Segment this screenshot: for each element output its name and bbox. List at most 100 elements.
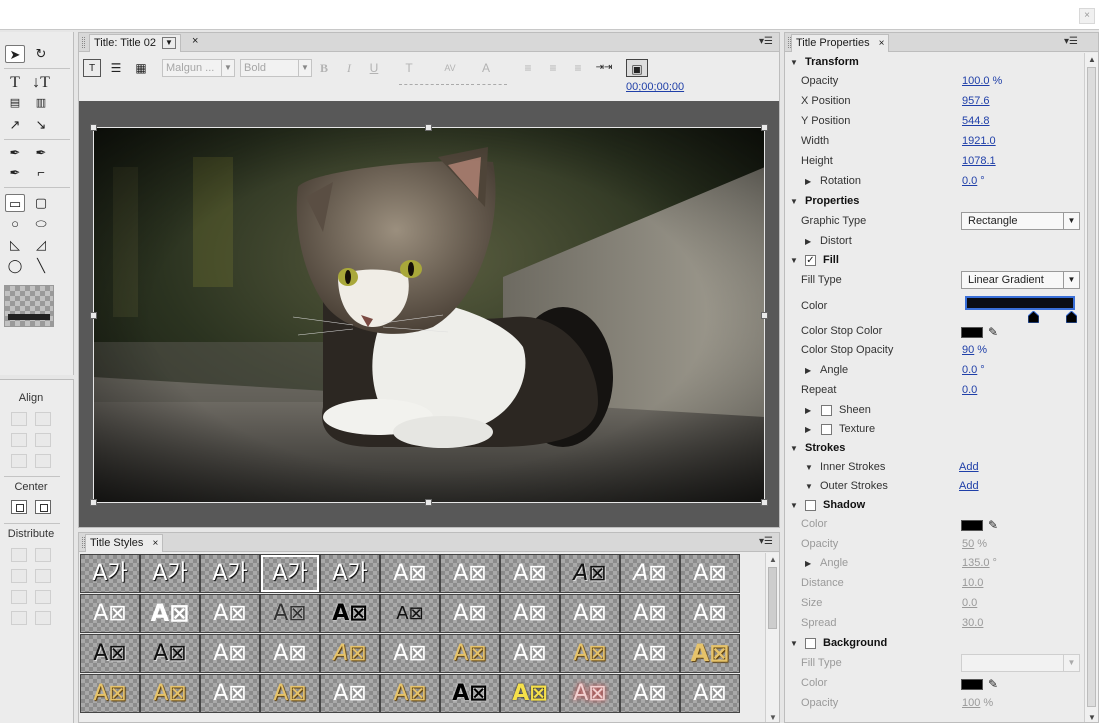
align-right-text-icon[interactable]: ≡ bbox=[569, 59, 587, 77]
shadow-distance-value[interactable]: 10.0 bbox=[962, 574, 983, 593]
expand-triangle-icon[interactable]: ▶ bbox=[805, 172, 811, 191]
expand-triangle-icon[interactable]: ▶ bbox=[805, 361, 811, 380]
expand-triangle-icon[interactable]: ▶ bbox=[805, 401, 811, 420]
expand-triangle-icon[interactable]: ▶ bbox=[805, 420, 811, 439]
add-anchor-tool-icon[interactable]: ✒ bbox=[5, 164, 25, 182]
scroll-up-icon[interactable]: ▲ bbox=[769, 555, 777, 564]
tab-title-properties[interactable]: Title Properties × bbox=[791, 34, 890, 52]
shadow-section[interactable]: ▼ Shadow bbox=[785, 496, 1085, 515]
outer-strokes-add-link[interactable]: Add bbox=[959, 477, 979, 496]
kerning-value-dots[interactable] bbox=[441, 84, 474, 85]
distribute-bottom-icon[interactable] bbox=[35, 590, 51, 604]
eyedropper-icon[interactable]: ✎ bbox=[988, 323, 998, 342]
title-style-swatch[interactable]: A⊠ bbox=[380, 674, 440, 713]
title-canvas[interactable] bbox=[79, 101, 779, 527]
title-style-swatch[interactable]: A⊠ bbox=[320, 674, 380, 713]
styles-scroll-thumb[interactable] bbox=[768, 567, 777, 629]
align-top-icon[interactable] bbox=[35, 433, 51, 447]
scroll-down-icon[interactable]: ▼ bbox=[1088, 713, 1096, 722]
align-left-icon[interactable] bbox=[11, 412, 27, 426]
underline-button[interactable]: U bbox=[367, 59, 381, 77]
title-style-swatch[interactable]: A⊠ bbox=[80, 634, 140, 673]
resize-handle[interactable] bbox=[90, 124, 97, 131]
repeat-value[interactable]: 0.0 bbox=[962, 381, 977, 400]
area-type-tool-icon[interactable]: ▤ bbox=[5, 94, 25, 112]
font-family-select[interactable]: Malgun ... ▼ bbox=[162, 59, 235, 77]
tab-stops-icon[interactable]: ⇥⇥ bbox=[593, 59, 615, 77]
distribute-center-icon[interactable] bbox=[35, 548, 51, 562]
eyedropper-icon[interactable]: ✎ bbox=[988, 516, 998, 535]
panel-menu-icon[interactable]: ▾☰ bbox=[759, 36, 773, 47]
collapse-triangle-icon[interactable]: ▼ bbox=[790, 192, 798, 211]
collapse-triangle-icon[interactable]: ▼ bbox=[790, 53, 798, 72]
title-style-swatch[interactable]: A⊠ bbox=[560, 554, 620, 593]
shadow-opacity-value[interactable]: 50% bbox=[962, 535, 987, 554]
height-value[interactable]: 1078.1 bbox=[962, 152, 996, 171]
rectangle-tool-icon[interactable]: ▭ bbox=[5, 194, 25, 212]
title-style-swatch[interactable]: A⊠ bbox=[380, 634, 440, 673]
title-style-swatch[interactable]: A⊠ bbox=[260, 674, 320, 713]
show-background-video-icon[interactable]: ▣ bbox=[626, 59, 648, 77]
title-style-swatch[interactable]: A⊠ bbox=[140, 634, 200, 673]
panel-menu-icon[interactable]: ▾☰ bbox=[759, 536, 773, 547]
leading-value-dots[interactable] bbox=[477, 84, 507, 85]
fill-checkbox[interactable]: ✓ bbox=[805, 255, 816, 266]
title-style-swatch[interactable]: A⊠ bbox=[680, 554, 740, 593]
title-style-swatch[interactable]: A⊠ bbox=[500, 554, 560, 593]
bold-button[interactable]: B bbox=[317, 59, 331, 77]
distribute-h-even-icon[interactable] bbox=[11, 611, 27, 625]
gradient-ramp[interactable] bbox=[965, 296, 1075, 310]
type-tool-icon[interactable]: T bbox=[5, 74, 25, 92]
texture-checkbox[interactable] bbox=[821, 424, 832, 435]
eyedropper-icon[interactable]: ✎ bbox=[988, 675, 998, 694]
properties-scrollbar[interactable]: ▲ ▼ bbox=[1084, 53, 1098, 722]
resize-handle[interactable] bbox=[90, 312, 97, 319]
scroll-down-icon[interactable]: ▼ bbox=[769, 713, 777, 722]
window-close-icon[interactable]: × bbox=[1079, 8, 1095, 24]
vertical-path-type-tool-icon[interactable]: ↘ bbox=[31, 116, 51, 134]
resize-handle[interactable] bbox=[761, 124, 768, 131]
angle-value[interactable]: 0.0 ° bbox=[962, 361, 985, 380]
scroll-up-icon[interactable]: ▲ bbox=[1088, 55, 1096, 64]
rounded-corner-rectangle-icon[interactable]: ⬭ bbox=[31, 215, 51, 233]
distribute-middle-icon[interactable] bbox=[11, 590, 27, 604]
font-style-select[interactable]: Bold ▼ bbox=[240, 59, 312, 77]
shadow-angle-value[interactable]: 135.0 ° bbox=[962, 554, 997, 573]
distribute-left-icon[interactable] bbox=[11, 548, 27, 562]
title-style-swatch[interactable]: A⊠ bbox=[200, 594, 260, 633]
align-right-icon[interactable] bbox=[11, 433, 27, 447]
collapse-triangle-icon[interactable]: ▼ bbox=[790, 496, 798, 515]
align-bottom-icon[interactable] bbox=[35, 454, 51, 468]
fill-type-select[interactable]: Linear Gradient ▼ bbox=[961, 271, 1080, 289]
vertical-area-type-tool-icon[interactable]: ▥ bbox=[31, 94, 51, 112]
ellipse-tool-icon[interactable]: ◯ bbox=[5, 257, 25, 275]
vertical-type-tool-icon[interactable]: ↓T bbox=[31, 74, 51, 92]
title-list-dropdown-icon[interactable]: ▼ bbox=[162, 37, 177, 50]
delete-anchor-tool-icon[interactable]: ✒ bbox=[31, 144, 51, 162]
panel-grip-icon[interactable] bbox=[82, 37, 85, 48]
align-center-text-icon[interactable]: ≡ bbox=[544, 59, 562, 77]
title-style-swatch[interactable]: A⊠ bbox=[380, 594, 440, 633]
collapse-triangle-icon[interactable]: ▼ bbox=[790, 634, 798, 653]
kerning-icon[interactable]: AV bbox=[440, 59, 460, 77]
shadow-color-swatch[interactable] bbox=[961, 520, 983, 531]
title-style-swatch[interactable]: A⊠ bbox=[140, 674, 200, 713]
sheen-checkbox[interactable] bbox=[821, 405, 832, 416]
background-timecode[interactable]: 00;00;00;00 bbox=[626, 81, 684, 93]
panel-menu-icon[interactable]: ▾☰ bbox=[1064, 36, 1078, 47]
center-vertical-icon[interactable] bbox=[35, 500, 51, 514]
title-style-swatch[interactable]: A⊠ bbox=[500, 634, 560, 673]
title-style-swatch[interactable]: A가 bbox=[80, 554, 140, 593]
title-style-swatch[interactable]: A⊠ bbox=[620, 594, 680, 633]
wedge-tool-icon[interactable]: ◺ bbox=[5, 236, 25, 254]
distribute-top-icon[interactable] bbox=[35, 569, 51, 583]
title-style-swatch[interactable]: A가 bbox=[140, 554, 200, 593]
title-style-swatch[interactable]: A⊠ bbox=[200, 634, 260, 673]
expand-triangle-icon[interactable]: ▶ bbox=[805, 232, 811, 251]
line-tool-icon[interactable]: ╲ bbox=[31, 257, 51, 275]
title-style-swatch[interactable]: A⊠ bbox=[260, 634, 320, 673]
properties-section[interactable]: ▼ Properties bbox=[785, 192, 1085, 211]
path-type-tool-icon[interactable]: ↗ bbox=[5, 116, 25, 134]
selected-rectangle-bounds[interactable] bbox=[93, 127, 765, 503]
y-position-value[interactable]: 544.8 bbox=[962, 112, 990, 131]
